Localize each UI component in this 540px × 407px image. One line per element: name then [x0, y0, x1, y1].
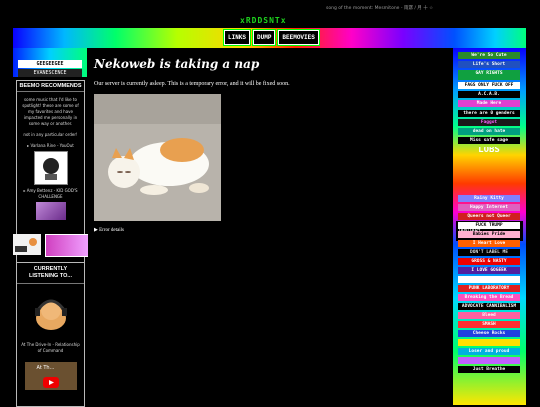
nav-beemovies-button[interactable]: BEEMOVIES [277, 29, 320, 46]
error-message: Our server is currently asleep. This is … [94, 81, 290, 87]
badge2-3[interactable]: FUCK TRUMP [458, 222, 520, 229]
cover-1-art-icon [42, 158, 59, 180]
main-content: Nekoweb is taking a nap Our server is cu… [88, 48, 452, 405]
nav-links-button[interactable]: LINKS [222, 29, 252, 46]
badge2-8[interactable]: I LOVE GOGEEK [458, 267, 520, 274]
recommend-item-2[interactable]: ▸ Amy Bettenz - KID GOD'S CHALLENGE [17, 188, 84, 200]
listening-cat-image [28, 288, 73, 332]
badge2-0[interactable]: Rainy Kitty [458, 195, 520, 202]
badge-1[interactable]: Life's Short [458, 61, 520, 68]
song-of-the-moment: song of the moment: Mesmitone - 雨潺 / 月 十… [326, 6, 434, 11]
badge2-12[interactable]: ADVOCATE CANNIBALISM [458, 303, 520, 310]
badge2-7[interactable]: GROSS & NASTY [458, 258, 520, 265]
sleeping-cat-image [94, 94, 221, 221]
badge-8[interactable]: dead on hate [458, 128, 520, 135]
badge2-13[interactable]: Bleed [458, 312, 520, 319]
recommend-cover-2[interactable] [35, 202, 66, 220]
badge-3[interactable]: FAGS ONLY FUCK OFF [458, 82, 520, 89]
badge-9[interactable]: Miss safe sage [458, 137, 520, 144]
page-title: Nekoweb is taking a nap [94, 57, 260, 71]
left-sticker-1[interactable] [13, 234, 41, 255]
badge2-9[interactable] [458, 276, 520, 283]
badge2-2[interactable]: Queers not Queer [458, 213, 520, 220]
error-details-toggle[interactable]: ▶ Error details [94, 227, 124, 233]
recommend-item-1[interactable]: ▸ Varlana Rine - YouOut [17, 143, 84, 149]
banner-evanescence[interactable]: EVANESCENCE [18, 69, 82, 77]
recommends-heading: BEEMO RECOMMENDS [17, 81, 84, 92]
sleeping-cat-icon [94, 94, 221, 221]
recommends-note: not in any particular order! [23, 132, 78, 137]
listening-track: At The Drive-In - Relationship of Comman… [21, 342, 80, 353]
badge2-19[interactable]: Just Breathe [458, 366, 520, 373]
badge2-1[interactable]: Happy Internet [458, 204, 520, 211]
recommends-blurb: some music that I'd like to spotlight! t… [22, 97, 79, 126]
nav-dump-button[interactable]: DUMP [251, 29, 277, 46]
badge-0[interactable]: We're So Cute [458, 52, 520, 59]
badge-6[interactable]: there are 0 genders [458, 110, 520, 117]
listening-heading: CURRENTLY LISTENING TO... [17, 263, 84, 284]
badge-7[interactable]: Faggot [458, 119, 520, 126]
badge2-14[interactable]: SMASH [458, 321, 520, 328]
badge-5[interactable]: Made Here [458, 100, 520, 107]
badge-4[interactable]: A.C.A.B. [458, 91, 520, 98]
right-sidebar: We're So Cute Life's Short GAY RIGHTS FA… [453, 48, 526, 405]
badge-10[interactable]: LOBS [458, 147, 520, 159]
recommend-cover-1[interactable] [33, 151, 68, 185]
badge2-5[interactable]: I Heart Love [458, 240, 520, 247]
badge2-10[interactable]: PUNK LABORATORY [458, 285, 520, 292]
main-nav: LINKS DUMP BEEMOVIES [222, 29, 320, 46]
badge2-18[interactable] [458, 357, 520, 364]
left-sidebar: GEEGEEGEE EVANESCENCE BEEMO RECOMMENDS s… [13, 48, 89, 407]
cat-headphones-icon [28, 288, 73, 332]
listening-box: CURRENTLY LISTENING TO... At The Drive-I… [16, 262, 85, 407]
sticker-figure-icon [13, 234, 41, 255]
badge2-17[interactable]: Loser and proud [458, 348, 520, 355]
left-sticker-2[interactable] [45, 234, 89, 257]
badge2-15[interactable]: Cheese Rocks [458, 330, 520, 337]
listening-video[interactable]: At Th... [24, 362, 77, 390]
video-label: At Th... [36, 365, 55, 371]
banner-geegeegee[interactable]: GEEGEEGEE [18, 60, 82, 68]
badge-2[interactable]: GAY RIGHTS [458, 70, 520, 80]
site-logo[interactable]: xRDDSNTx [240, 16, 298, 26]
badge2-16[interactable] [458, 339, 520, 346]
badge2-11[interactable]: Breaking the Bread [458, 294, 520, 301]
badge2-6[interactable]: DON'T LABEL ME [458, 249, 520, 256]
youtube-play-icon[interactable] [42, 377, 59, 388]
badge2-4[interactable]: Babies Pride [458, 231, 520, 238]
